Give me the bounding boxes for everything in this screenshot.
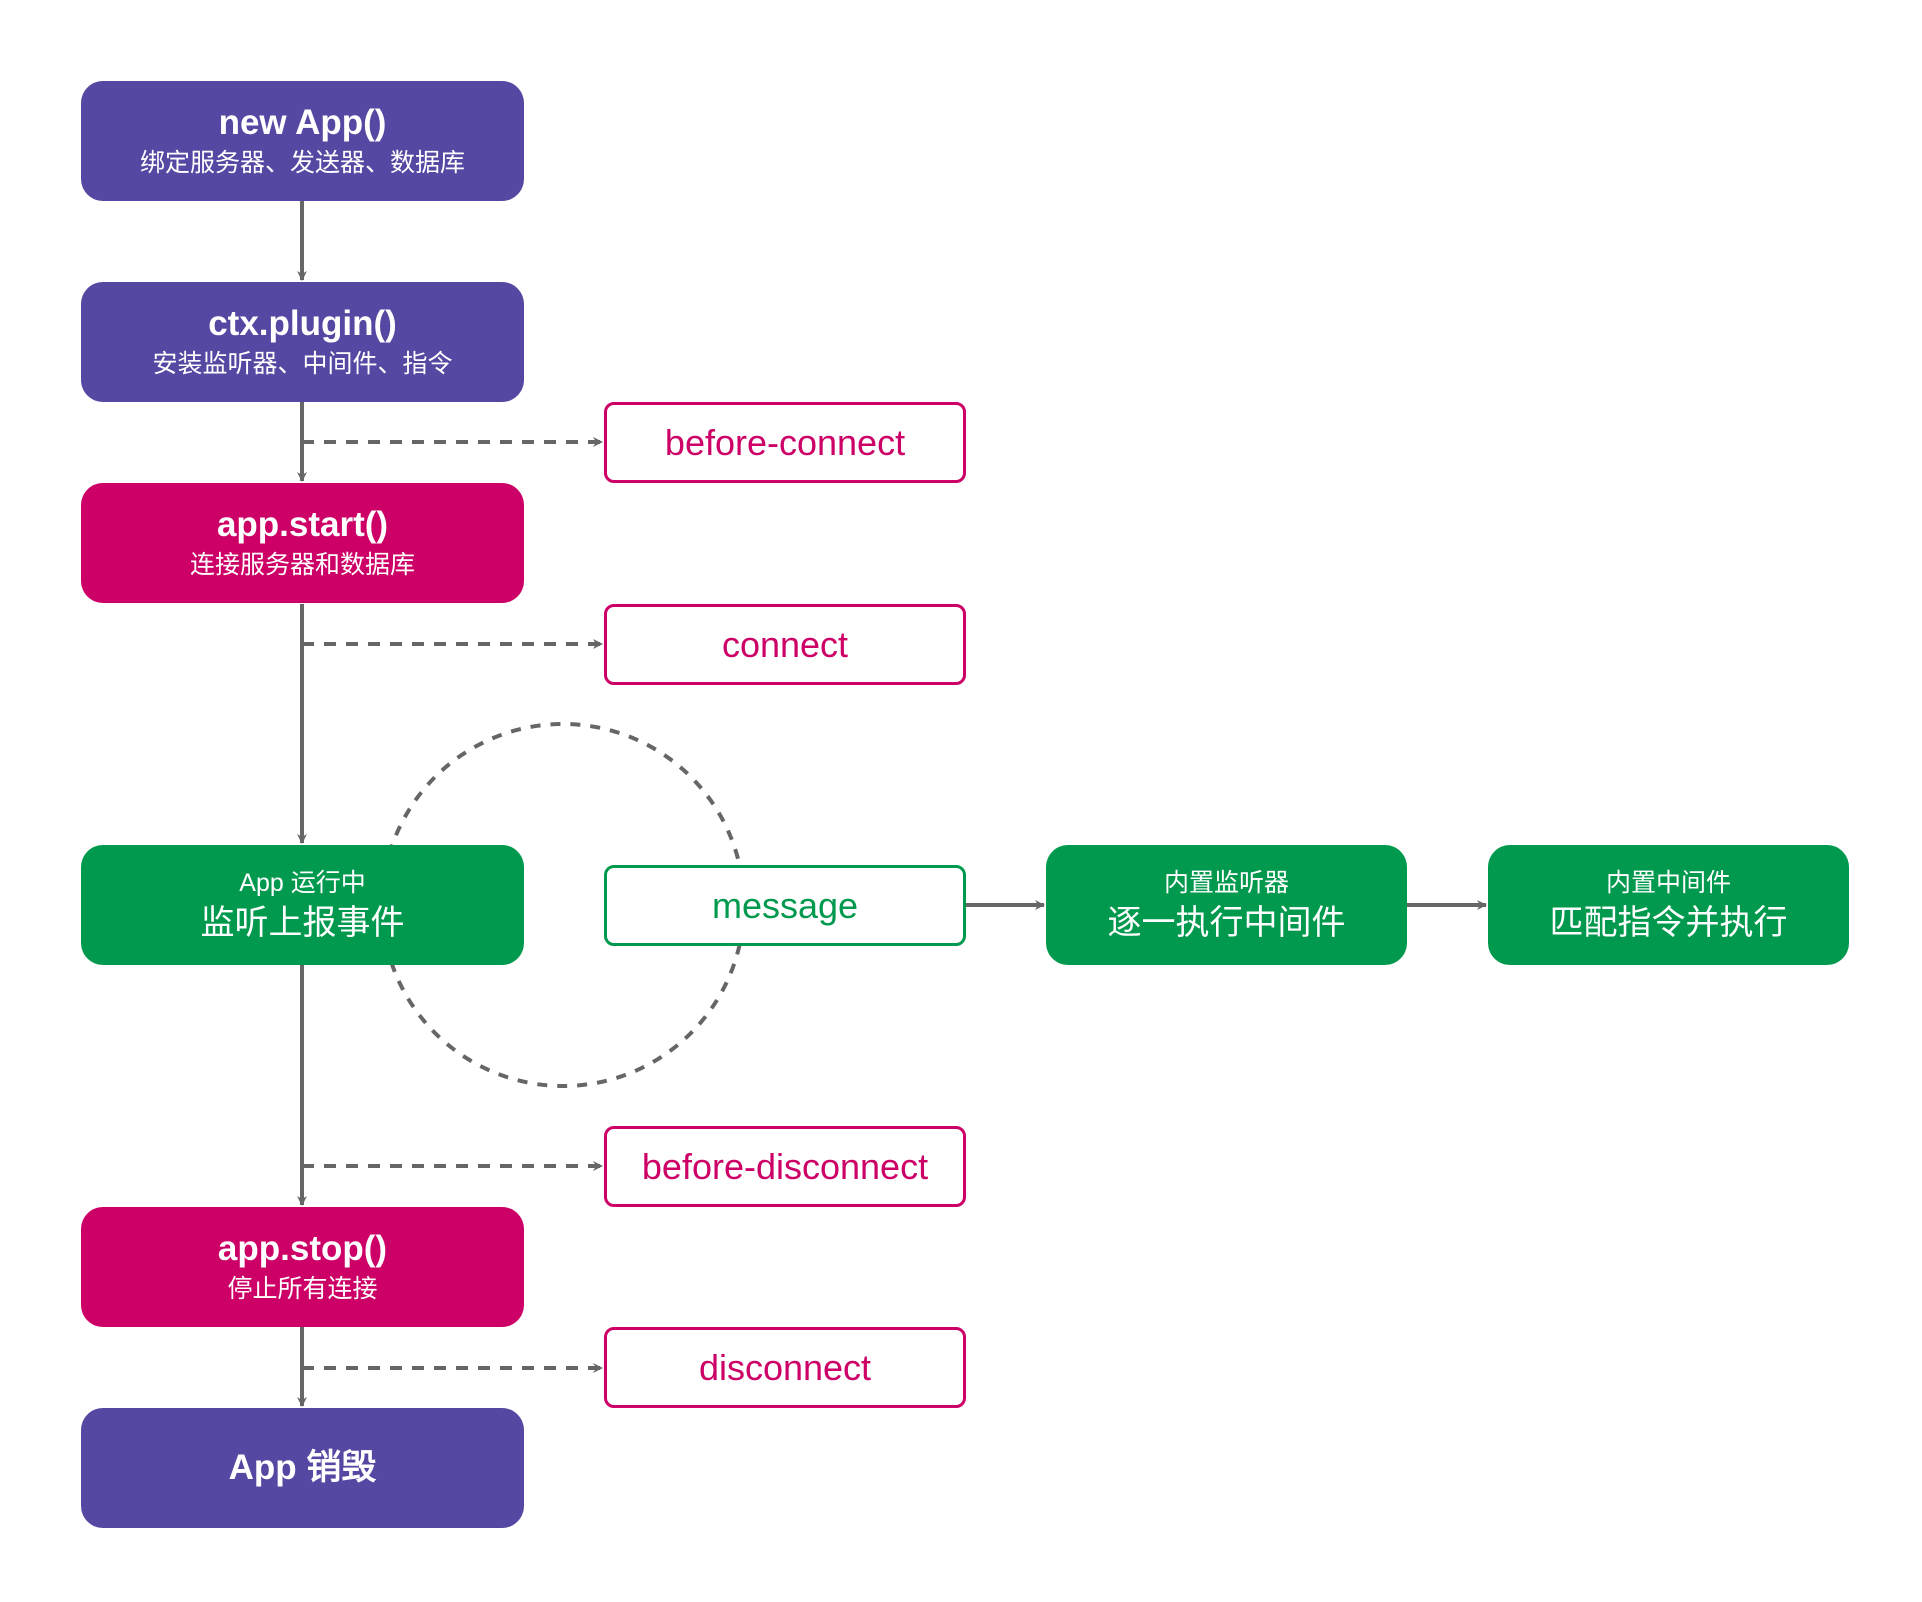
event-before-disconnect: before-disconnect <box>604 1126 966 1207</box>
ctx-plugin-node: ctx.plugin() 安装监听器、中间件、指令 <box>81 282 524 402</box>
app-stop-node: app.stop() 停止所有连接 <box>81 1207 524 1327</box>
node-subtitle: 匹配指令并执行 <box>1549 904 1788 942</box>
node-title: App 运行中 <box>239 869 366 897</box>
node-title: app.start() <box>216 505 389 544</box>
app-running-node: App 运行中 监听上报事件 <box>81 845 524 965</box>
node-subtitle: 监听上报事件 <box>200 904 405 942</box>
node-title: new App() <box>218 103 387 142</box>
node-title: 内置中间件 <box>1605 869 1731 897</box>
app-destroy-node: App 销毁 <box>81 1408 524 1528</box>
node-subtitle: 绑定服务器、发送器、数据库 <box>139 149 465 177</box>
event-message: message <box>604 865 966 946</box>
node-title: 内置监听器 <box>1163 869 1289 897</box>
event-before-connect: before-connect <box>604 402 966 483</box>
node-subtitle: 安装监听器、中间件、指令 <box>152 350 453 378</box>
builtin-middleware-node: 内置中间件 匹配指令并执行 <box>1488 845 1849 965</box>
event-disconnect: disconnect <box>604 1327 966 1408</box>
node-subtitle: 停止所有连接 <box>227 1275 378 1303</box>
node-title: App 销毁 <box>228 1448 377 1487</box>
node-subtitle: 逐一执行中间件 <box>1107 904 1346 942</box>
node-title: app.stop() <box>217 1229 388 1268</box>
builtin-listener-node: 内置监听器 逐一执行中间件 <box>1046 845 1407 965</box>
app-start-node: app.start() 连接服务器和数据库 <box>81 483 524 603</box>
node-subtitle: 连接服务器和数据库 <box>189 551 415 579</box>
event-connect: connect <box>604 604 966 685</box>
new-app-node: new App() 绑定服务器、发送器、数据库 <box>81 81 524 201</box>
node-title: ctx.plugin() <box>208 304 397 343</box>
